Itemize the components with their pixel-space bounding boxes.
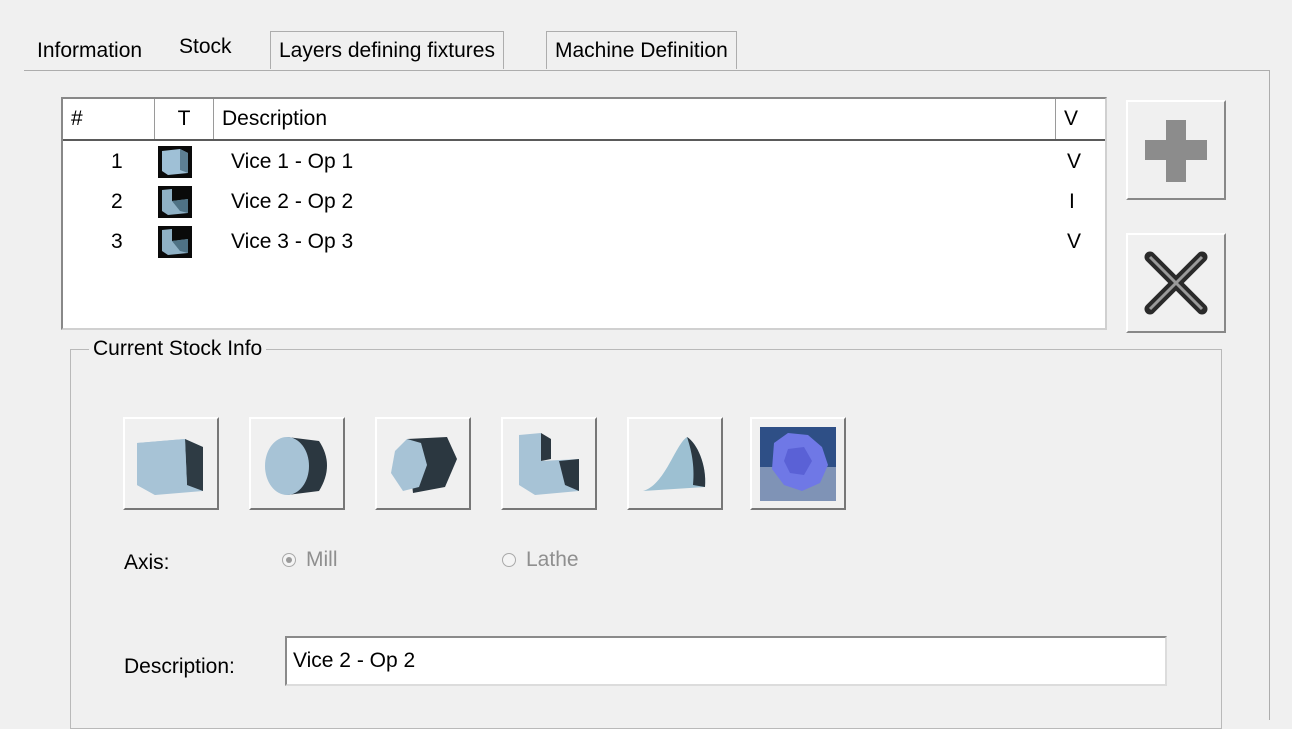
- row-description: Vice 3 - Op 3: [231, 230, 354, 253]
- add-stock-button[interactable]: [1126, 100, 1226, 200]
- revolve-shape-button[interactable]: [627, 417, 723, 510]
- list-header: # T Description V: [63, 99, 1105, 141]
- col-header-v[interactable]: V: [1056, 99, 1105, 139]
- mill-radio[interactable]: Mill: [282, 548, 338, 572]
- axis-label: Axis:: [124, 551, 170, 574]
- row-v: I: [1069, 190, 1075, 213]
- stock-row[interactable]: 3 Vice 3 - Op 3 V: [63, 222, 1105, 262]
- block-icon: [137, 439, 203, 495]
- cylinder-icon: [265, 437, 327, 495]
- row-number: 3: [111, 230, 123, 253]
- tab-stock[interactable]: Stock: [170, 27, 241, 71]
- plus-icon: [1145, 120, 1207, 182]
- stock-row[interactable]: 1 Vice 1 - Op 1 V: [63, 142, 1105, 182]
- row-description: Vice 1 - Op 1: [231, 150, 354, 173]
- col-header-type[interactable]: T: [155, 99, 214, 139]
- tab-layers-defining-fixtures[interactable]: Layers defining fixtures: [270, 31, 504, 69]
- stock-list[interactable]: # T Description V 1 Vice 1 - Op 1 V 2 Vi…: [61, 97, 1107, 330]
- mesh-icon: [760, 427, 836, 501]
- block-stock-icon: [158, 146, 192, 178]
- x-icon: [1144, 251, 1208, 315]
- block-shape-button[interactable]: [123, 417, 219, 510]
- extrusion-stock-icon: [158, 226, 192, 258]
- extrusion-stock-icon: [158, 186, 192, 218]
- extrusion-shape-button[interactable]: [501, 417, 597, 510]
- cylinder-shape-button[interactable]: [249, 417, 345, 510]
- row-number: 2: [111, 190, 123, 213]
- revolve-icon: [643, 437, 706, 491]
- delete-stock-button[interactable]: [1126, 233, 1226, 333]
- radio-unchecked-icon: [502, 553, 516, 567]
- description-label: Description:: [124, 655, 235, 678]
- mesh-shape-button[interactable]: [750, 417, 846, 510]
- radio-checked-icon: [282, 553, 296, 567]
- stock-row[interactable]: 2 Vice 2 - Op 2 I: [63, 182, 1105, 222]
- polygon-shape-button[interactable]: [375, 417, 471, 510]
- extrusion-icon: [519, 433, 579, 495]
- row-v: V: [1067, 150, 1082, 173]
- tab-information[interactable]: Information: [28, 31, 152, 69]
- lathe-radio[interactable]: Lathe: [502, 548, 579, 572]
- description-field[interactable]: [285, 636, 1167, 686]
- group-title: Current Stock Info: [89, 334, 267, 364]
- row-v: V: [1067, 230, 1082, 253]
- polygon-icon: [391, 437, 457, 493]
- col-header-description[interactable]: Description: [214, 99, 1056, 139]
- tab-bar: Information Stock Layers defining fixtur…: [24, 27, 784, 71]
- row-number: 1: [111, 150, 123, 173]
- row-description: Vice 2 - Op 2: [231, 190, 354, 213]
- col-header-number[interactable]: #: [63, 99, 155, 139]
- tab-machine-definition[interactable]: Machine Definition: [546, 31, 737, 69]
